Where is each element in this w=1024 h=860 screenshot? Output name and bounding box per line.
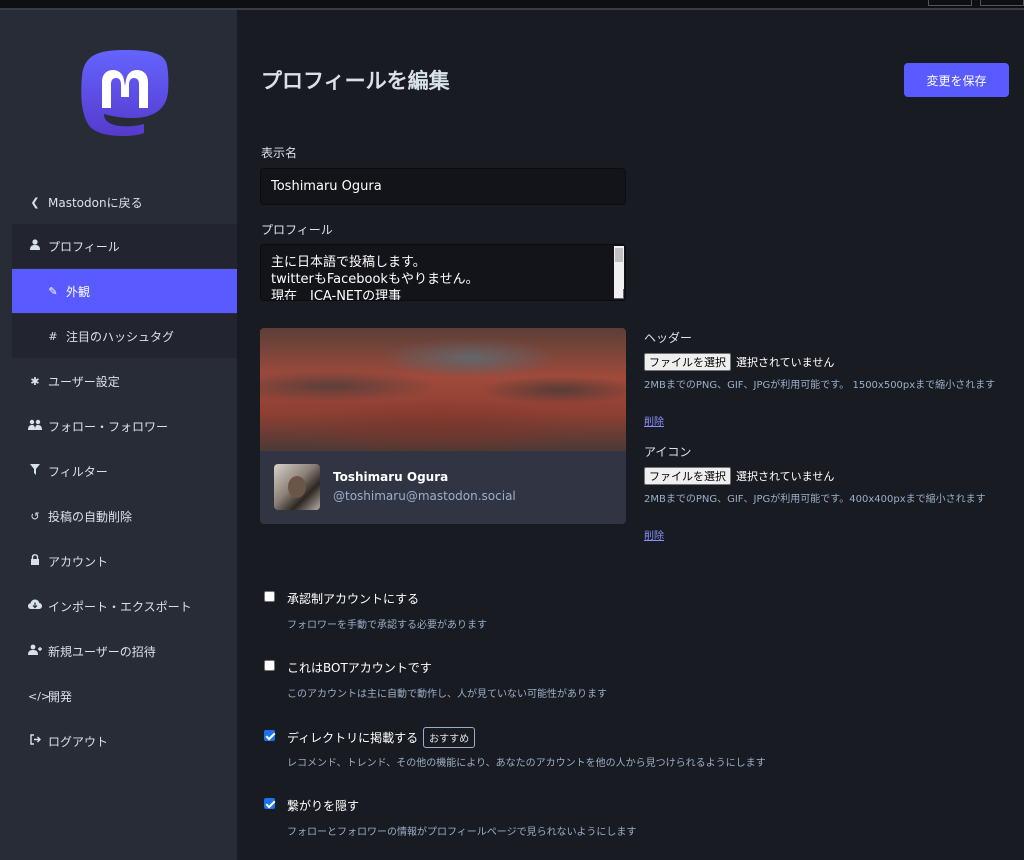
users-icon [28,419,42,433]
browser-top-bar [0,0,1024,10]
page-title: プロフィールを編集 [261,69,450,93]
sidebar-item-development[interactable]: </> 開発 [12,674,237,718]
bot-checkbox[interactable] [264,660,275,671]
discoverable-hint: レコメンド、トレンド、その他の機能により、あなたのアカウントを他の人から見つけら… [287,758,766,769]
locked-label[interactable]: 承認制アカウントにする [287,590,419,607]
sidebar-item-label: 投稿の自動削除 [48,509,133,524]
display-name-input[interactable] [260,168,626,205]
display-name-label: 表示名 [261,146,298,160]
sidebar-item-auto-delete[interactable]: ↺ 投稿の自動削除 [12,494,237,538]
header-file-status: 選択されていません [736,356,835,369]
sidebar-item-user-settings[interactable]: ✱ ユーザー設定 [12,359,237,403]
header-upload-hint: 2MBまでのPNG、GIF、JPGが利用可能です。 1500x500pxまで縮小… [644,380,996,391]
sidebar-item-invites[interactable]: 新規ユーザーの招待 [12,629,237,673]
sidebar-item-label: プロフィール [48,239,120,254]
avatar-file-input[interactable]: ファイルを選択 選択されていません [644,467,834,485]
discoverable-checkbox[interactable] [264,730,275,741]
sidebar-item-label: ログアウト [48,734,109,749]
header-upload-label: ヘッダー [644,331,693,345]
gear-icon: ✱ [30,374,40,388]
hide-network-label[interactable]: 繋がりを隠す [287,797,359,814]
save-button[interactable]: 変更を保存 [904,63,1009,97]
window-control [980,0,1024,6]
locked-hint: フォロワーを手動で承認する必要があります [287,620,487,631]
sidebar-item-label: ユーザー設定 [48,374,120,389]
lock-icon [28,554,42,568]
header-image [260,328,626,451]
hashtag-icon: # [48,329,58,343]
hide-network-checkbox[interactable] [264,798,275,809]
settings-sidebar: ❮ Mastodonに戻る プロフィール ✎ 外観 # 注目のハッシュタグ ✱ … [0,10,237,860]
sidebar-item-label: 外観 [66,284,91,299]
user-icon [28,239,42,253]
hide-network-hint: フォローとフォロワーの情報がプロフィールページで見られないようにします [287,827,637,838]
code-icon: </> [28,689,51,703]
mastodon-logo[interactable] [80,48,170,154]
header-delete-link[interactable]: 削除 [644,413,664,428]
sidebar-item-label: フォロー・フォロワー [48,419,169,434]
window-control [928,0,972,6]
bio-line: 現在 JCA-NETの理事 [271,289,402,301]
bot-hint: このアカウントは主に自動で動作し、人が見ていない可能性があります [287,689,607,700]
sidebar-item-follows[interactable]: フォロー・フォロワー [12,404,237,448]
bio-label: プロフィール [261,223,333,237]
sidebar-item-label: 開発 [48,689,73,704]
sign-out-icon [28,734,42,748]
filter-icon [28,464,42,478]
cloud-download-icon [28,599,42,613]
preview-handle: @toshimaru@mastodon.social [333,489,516,503]
sidebar-item-label: アカウント [48,554,109,569]
sidebar-item-appearance[interactable]: ✎ 外観 [12,269,237,313]
bio-line: 主に日本語で投稿します。 [271,255,426,270]
recommended-badge: おすすめ [423,727,476,748]
sidebar-item-label: 新規ユーザーの招待 [48,644,156,659]
sidebar-item-profile[interactable]: プロフィール [12,224,237,268]
pencil-icon: ✎ [48,284,58,298]
user-plus-icon [28,644,42,658]
sidebar-item-filters[interactable]: フィルター [12,449,237,493]
locked-checkbox[interactable] [264,591,275,602]
chevron-left-icon: ❮ [30,195,40,209]
avatar-delete-link[interactable]: 削除 [644,527,664,542]
avatar [274,464,320,510]
header-choose-file-button[interactable]: ファイルを選択 [644,353,731,371]
sidebar-item-hashtags[interactable]: # 注目のハッシュタグ [12,314,237,358]
sidebar-item-account[interactable]: アカウント [12,539,237,583]
avatar-choose-file-button[interactable]: ファイルを選択 [644,467,731,485]
avatar-upload-hint: 2MBまでのPNG、GIF、JPGが利用可能です。400x400pxまで縮小され… [644,494,986,505]
avatar-upload-label: アイコン [644,445,692,459]
sidebar-item-label: 注目のハッシュタグ [66,329,175,344]
sidebar-item-back[interactable]: ❮ Mastodonに戻る [12,180,237,224]
preview-display-name: Toshimaru Ogura [333,470,449,484]
sidebar-item-label: インポート・エクスポート [48,599,192,614]
bio-resize-handle[interactable] [614,289,624,299]
sidebar-item-import-export[interactable]: インポート・エクスポート [12,584,237,628]
discoverable-label: ディレクトリに掲載する [287,731,419,745]
profile-preview-card: Toshimaru Ogura @toshimaru@mastodon.soci… [260,328,626,524]
discoverable-label-row[interactable]: ディレクトリに掲載する おすすめ [287,727,476,748]
history-icon: ↺ [30,509,40,523]
sidebar-item-label: フィルター [48,464,108,479]
bio-textarea[interactable]: 主に日本語で投稿します。 twitterもFacebookもやりません。 現在 … [260,244,626,301]
sidebar-item-label: Mastodonに戻る [48,195,143,210]
bot-label[interactable]: これはBOTアカウントです [287,659,432,676]
sidebar-item-logout[interactable]: ログアウト [12,719,237,763]
bio-line: twitterもFacebookもやりません。 [271,272,479,287]
header-file-input[interactable]: ファイルを選択 選択されていません [644,353,834,371]
settings-main: プロフィールを編集 変更を保存 表示名 プロフィール 主に日本語で投稿します。 … [237,10,1024,860]
avatar-file-status: 選択されていません [736,470,835,483]
